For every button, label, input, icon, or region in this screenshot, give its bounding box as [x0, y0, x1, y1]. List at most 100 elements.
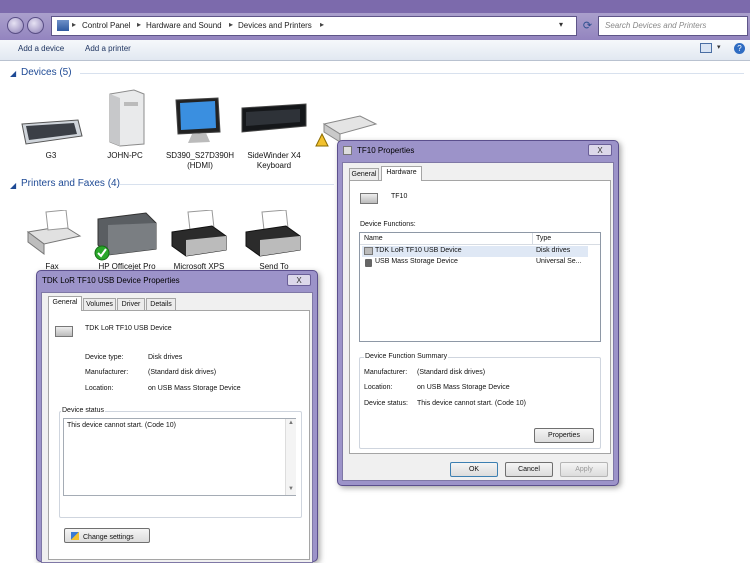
device-label: SD390_S27D390H (HDMI) — [165, 151, 235, 170]
search-placeholder: Search Devices and Printers — [605, 21, 707, 30]
address-dropdown-icon[interactable]: ▾ — [559, 20, 563, 29]
device-status-text: This device cannot start. (Code 10) — [67, 422, 176, 429]
summary-value: This device cannot start. (Code 10) — [417, 400, 526, 407]
printer-icon — [171, 209, 227, 257]
usb-icon — [365, 259, 372, 267]
row-type: Universal Se... — [536, 258, 582, 265]
usb-device-properties-dialog: TDK LoR TF10 USB Device Properties X Gen… — [36, 270, 318, 563]
ok-button[interactable]: OK — [450, 462, 498, 477]
info-value: (Standard disk drives) — [148, 369, 217, 376]
device-name: TDK LoR TF10 USB Device — [85, 325, 172, 332]
breadcrumb-control-panel[interactable]: Control Panel — [82, 21, 130, 30]
properties-button[interactable]: Properties — [534, 428, 594, 443]
address-bar[interactable]: ▸ Control Panel ▸ Hardware and Sound ▸ D… — [51, 16, 577, 36]
device-name: TF10 — [391, 193, 408, 200]
cancel-button[interactable]: Cancel — [505, 462, 553, 477]
dialog-drive-icon — [343, 146, 352, 155]
refresh-icon[interactable]: ⟳ — [580, 19, 595, 34]
column-divider — [532, 233, 533, 245]
summary-label: Device Function Summary — [364, 353, 449, 360]
printers-group-title[interactable]: Printers and Faxes (4) — [21, 178, 120, 189]
device-status-textbox[interactable]: This device cannot start. (Code 10) ▲ ▼ — [63, 418, 296, 496]
breadcrumb-separator-icon: ▸ — [137, 20, 142, 29]
column-name[interactable]: Name — [364, 235, 383, 242]
back-button[interactable] — [7, 17, 24, 34]
info-key: Device type: — [85, 354, 124, 361]
device-label: JOHN-PC — [107, 151, 143, 160]
close-button[interactable]: X — [287, 274, 311, 286]
summary-key: Manufacturer: — [364, 369, 408, 376]
info-value: Disk drives — [148, 354, 183, 361]
printer-hp-officejet[interactable] — [94, 205, 160, 261]
dialog-title: TDK LoR TF10 USB Device Properties — [42, 276, 180, 285]
summary-value: (Standard disk drives) — [417, 369, 486, 376]
device-sidewinder[interactable] — [240, 100, 308, 136]
dialog-body: General Volumes Driver Details TDK LoR T… — [41, 292, 313, 563]
column-type[interactable]: Type — [536, 235, 551, 242]
collapse-devices-icon[interactable]: ◢ — [10, 69, 16, 78]
printer-icon — [245, 209, 301, 257]
general-panel: TDK LoR TF10 USB Device Device type: Dis… — [48, 310, 310, 560]
breadcrumb-separator-icon: ▸ — [72, 20, 77, 29]
disk-warning-icon — [364, 247, 373, 255]
summary-value: on USB Mass Storage Device — [417, 384, 510, 391]
printer-send-to[interactable] — [242, 209, 304, 258]
dialog-body: General Hardware TF10 Device Functions: … — [342, 162, 614, 481]
device-g3[interactable] — [18, 118, 84, 146]
device-label: G3 — [45, 151, 57, 160]
breadcrumb-hardware-and-sound[interactable]: Hardware and Sound — [146, 21, 222, 30]
uac-shield-icon — [71, 532, 79, 540]
device-john-pc[interactable] — [104, 88, 148, 148]
drive-icon — [55, 326, 73, 337]
hardware-panel: TF10 Device Functions: Name Type TDK LoR… — [349, 180, 611, 454]
tf10-properties-dialog: TF10 Properties X General Hardware TF10 … — [337, 140, 619, 486]
scroll-down-icon[interactable]: ▼ — [288, 486, 294, 492]
group-divider — [80, 73, 744, 74]
summary-key: Device status: — [364, 400, 408, 407]
functions-list[interactable]: Name Type TDK LoR TF10 USB Device Disk d… — [359, 232, 601, 342]
search-box[interactable]: Search Devices and Printers — [598, 16, 748, 36]
group-divider — [120, 184, 334, 185]
add-device-button[interactable]: Add a device — [18, 44, 64, 53]
device-monitor[interactable] — [172, 96, 224, 148]
row-name: USB Mass Storage Device — [375, 258, 458, 265]
function-summary-group: Device Function Summary Manufacturer: (S… — [359, 353, 601, 449]
tab-hardware[interactable]: Hardware — [381, 166, 422, 181]
info-key: Location: — [85, 385, 114, 392]
printer-default-icon — [94, 212, 157, 261]
view-dropdown-icon[interactable]: ▾ — [717, 43, 721, 51]
breadcrumb-separator-icon: ▸ — [320, 20, 325, 29]
dialog-title: TF10 Properties — [357, 146, 415, 155]
row-name: TDK LoR TF10 USB Device — [375, 247, 462, 254]
breadcrumb-separator-icon: ▸ — [229, 20, 234, 29]
list-header — [360, 233, 600, 245]
fax-icon — [26, 209, 82, 255]
help-icon[interactable]: ? — [734, 43, 745, 54]
computer-tower-icon — [109, 89, 145, 147]
change-settings-label: Change settings — [83, 534, 134, 541]
command-bar: Add a device Add a printer ▾ ? — [0, 40, 750, 61]
add-printer-button[interactable]: Add a printer — [85, 44, 131, 53]
collapse-printers-icon[interactable]: ◢ — [10, 181, 16, 190]
breadcrumb-devices-and-printers[interactable]: Devices and Printers — [238, 21, 312, 30]
scrollbar[interactable]: ▲ ▼ — [285, 419, 296, 495]
apply-button[interactable]: Apply — [560, 462, 608, 477]
forward-button[interactable] — [27, 17, 44, 34]
info-value: on USB Mass Storage Device — [148, 385, 241, 392]
summary-key: Location: — [364, 384, 393, 391]
close-button[interactable]: X — [588, 144, 612, 156]
view-options-icon[interactable] — [700, 43, 712, 53]
info-key: Manufacturer: — [85, 369, 129, 376]
functions-label: Device Functions: — [360, 221, 416, 228]
device-label: SideWinder X4 Keyboard — [247, 151, 301, 170]
tab-general[interactable]: General — [48, 296, 82, 311]
keyboard-icon — [21, 119, 83, 145]
monitor-icon — [175, 97, 221, 143]
devices-group-title[interactable]: Devices (5) — [21, 67, 72, 78]
keyboard-icon — [241, 103, 307, 133]
printer-fax[interactable] — [20, 209, 84, 258]
scroll-up-icon[interactable]: ▲ — [288, 420, 294, 426]
printer-microsoft-xps[interactable] — [168, 209, 230, 258]
row-type: Disk drives — [536, 247, 571, 254]
change-settings-button[interactable]: Change settings — [64, 528, 150, 543]
